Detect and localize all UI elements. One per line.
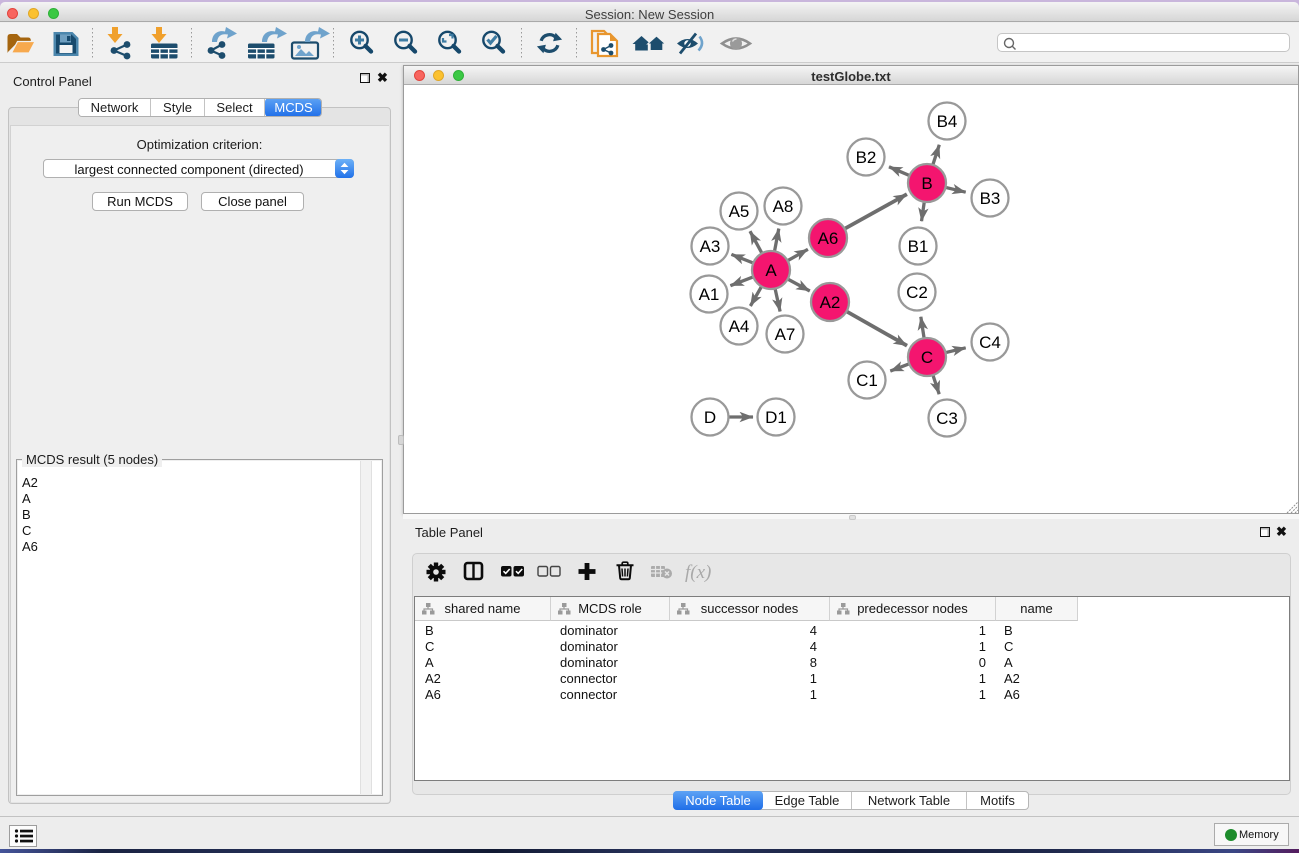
svg-text:A6: A6 xyxy=(818,229,839,248)
svg-text:A2: A2 xyxy=(820,293,841,312)
svg-text:A1: A1 xyxy=(699,285,720,304)
svg-text:A8: A8 xyxy=(773,197,794,216)
svg-text:B2: B2 xyxy=(856,148,877,167)
svg-text:C2: C2 xyxy=(906,283,928,302)
svg-text:A4: A4 xyxy=(729,317,750,336)
svg-text:C1: C1 xyxy=(856,371,878,390)
svg-text:A3: A3 xyxy=(700,237,721,256)
svg-text:C: C xyxy=(921,348,933,367)
svg-text:C3: C3 xyxy=(936,409,958,428)
svg-text:B3: B3 xyxy=(980,189,1001,208)
svg-text:B: B xyxy=(921,174,932,193)
svg-text:D1: D1 xyxy=(765,408,787,427)
svg-text:C4: C4 xyxy=(979,333,1001,352)
svg-text:D: D xyxy=(704,408,716,427)
svg-text:f(x): f(x) xyxy=(685,562,711,583)
svg-text:A7: A7 xyxy=(775,325,796,344)
svg-text:A5: A5 xyxy=(729,202,750,221)
svg-text:A: A xyxy=(765,261,777,280)
svg-text:B4: B4 xyxy=(937,112,958,131)
svg-text:B1: B1 xyxy=(908,237,929,256)
